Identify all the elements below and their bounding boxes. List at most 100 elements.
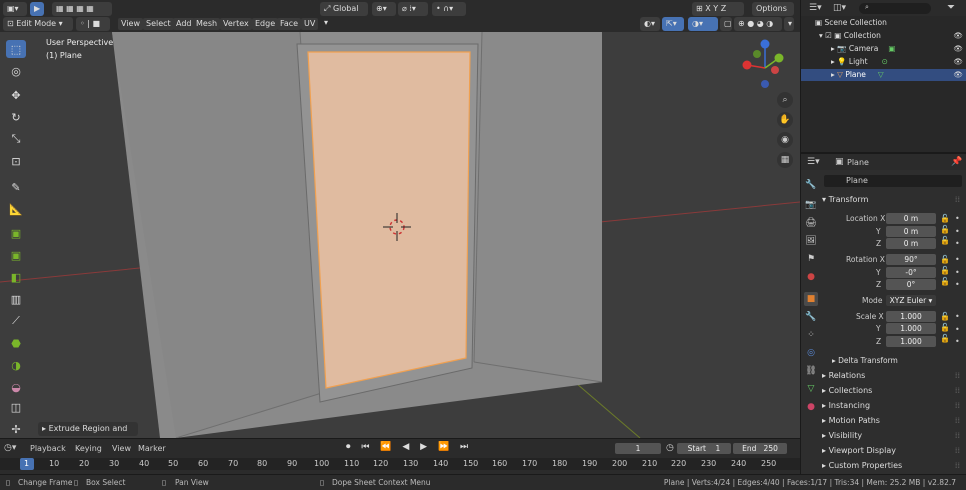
- keyframe-dot-icon[interactable]: • • •: [955, 213, 960, 251]
- pivot-point-dropdown[interactable]: ⊕▾: [372, 2, 396, 16]
- selected-face[interactable]: [307, 51, 471, 389]
- poly-build-tool-icon[interactable]: ⬣: [6, 334, 26, 352]
- 3d-viewport[interactable]: User Perspective (1) Plane ⌕ ✋ ◉ ▦ ▸ Ext…: [0, 32, 800, 438]
- gizmo-visibility[interactable]: ◐▾: [640, 17, 660, 31]
- menu-vertex[interactable]: Vertex: [220, 18, 252, 30]
- extrude-tool-icon[interactable]: ▣: [6, 224, 26, 242]
- material-tab-icon[interactable]: ●: [804, 400, 818, 414]
- menu-playback[interactable]: Playback: [30, 444, 66, 453]
- visibility-eye-icon[interactable]: 👁: [953, 30, 963, 42]
- snap-toggle[interactable]: ⌀ ⁞▾: [398, 2, 428, 16]
- lock-icon[interactable]: 🔓 🔓 🔓: [940, 213, 950, 246]
- mode-dropdown[interactable]: ⊡ Edit Mode ▾: [3, 17, 73, 31]
- menu-view[interactable]: View: [118, 18, 143, 30]
- modifier-tab-icon[interactable]: 🔧: [804, 310, 818, 324]
- custom-properties-panel[interactable]: ▸ Custom Properties ⁞⁞: [822, 459, 964, 473]
- constraints-tab-icon[interactable]: ⛓: [804, 364, 818, 378]
- lock-icon[interactable]: 🔓 🔓 🔓: [940, 254, 950, 287]
- annotate-tool-icon[interactable]: ✎: [6, 178, 26, 196]
- current-frame-field[interactable]: 1: [615, 443, 661, 454]
- shading-modes[interactable]: ⊕ ● ◕ ◑: [734, 17, 782, 31]
- transform-orientation-dropdown[interactable]: ⤢ Global ▾: [320, 2, 368, 27]
- shear-tool-icon[interactable]: ✢: [6, 420, 26, 438]
- spin-tool-icon[interactable]: ◑: [6, 356, 26, 374]
- rotation-y-field[interactable]: -0°: [886, 267, 936, 278]
- outliner-plane[interactable]: ▸ ▽ Plane ▽ 👁: [801, 69, 966, 81]
- scale-x-field[interactable]: 1.000: [886, 311, 936, 322]
- pin-icon[interactable]: 📌: [951, 157, 962, 167]
- menu-face[interactable]: Face: [277, 18, 302, 30]
- inset-tool-icon[interactable]: ▣: [6, 246, 26, 264]
- outliner-scene-collection[interactable]: ▣ Scene Collection: [801, 17, 966, 29]
- outliner-camera[interactable]: ▸ 📷 Camera ▣ 👁: [801, 43, 966, 55]
- rotation-x-field[interactable]: 90°: [886, 254, 936, 265]
- cursor-tool-icon[interactable]: ◎: [6, 62, 26, 80]
- transform-tool-icon[interactable]: ⊡: [6, 152, 26, 170]
- instancing-panel[interactable]: ▸ Instancing ⁞⁞: [822, 399, 964, 413]
- display-mode-icon[interactable]: ◫▾: [833, 3, 846, 13]
- menu-edge[interactable]: Edge: [252, 18, 279, 30]
- end-frame-field[interactable]: End 250: [733, 443, 787, 454]
- render-tab-icon[interactable]: 📷: [804, 198, 818, 212]
- selection-modes[interactable]: ▦ ▦ ▦ ▦: [52, 2, 112, 16]
- menu-uv[interactable]: UV: [301, 18, 319, 30]
- location-z-field[interactable]: 0 m: [886, 238, 936, 249]
- menu-timeline-view[interactable]: View: [112, 444, 131, 453]
- smooth-tool-icon[interactable]: ◒: [6, 378, 26, 396]
- operator-panel[interactable]: ▸ Extrude Region and Mo: [38, 422, 138, 436]
- zoom-icon[interactable]: ⌕: [777, 92, 793, 108]
- filter-icon[interactable]: ⏷: [947, 2, 955, 13]
- show-gizmo-button[interactable]: ⇱▾: [662, 17, 684, 31]
- measure-tool-icon[interactable]: 📐: [6, 200, 26, 218]
- ortho-toggle-icon[interactable]: ▦: [777, 152, 793, 168]
- outliner-search-input[interactable]: ⌕: [859, 3, 931, 14]
- visibility-panel[interactable]: ▸ Visibility ⁞⁞: [822, 429, 964, 443]
- keyframe-dot-icon[interactable]: • • •: [955, 254, 960, 292]
- xray-toggle[interactable]: ▢: [720, 17, 732, 31]
- options-dropdown[interactable]: Options ▾: [752, 2, 794, 27]
- vertex-edge-face-selector[interactable]: ◦ | ■: [76, 17, 110, 31]
- delta-transform-subpanel[interactable]: ▸ Delta Transform: [832, 355, 898, 366]
- playback-controls[interactable]: ⏺ ⏮ ⏪ ◀ ▶ ⏩ ⏭: [346, 442, 472, 452]
- camera-view-icon[interactable]: ◉: [777, 132, 793, 148]
- motion-paths-panel[interactable]: ▸ Motion Paths ⁞⁞: [822, 414, 964, 428]
- pan-hand-icon[interactable]: ✋: [777, 112, 793, 128]
- collections-panel[interactable]: ▸ Collections ⁞⁞: [822, 384, 964, 398]
- keyframe-dot-icon[interactable]: • • •: [955, 311, 960, 349]
- loop-cut-tool-icon[interactable]: ▥: [6, 290, 26, 308]
- select-box-tool-icon[interactable]: ⬚: [6, 40, 26, 58]
- scale-tool-icon[interactable]: ⤡: [6, 130, 26, 148]
- move-tool-icon[interactable]: ✥: [6, 86, 26, 104]
- particles-tab-icon[interactable]: ⁘: [804, 328, 818, 342]
- timeline-editor-type[interactable]: ◷▾: [4, 443, 20, 455]
- scale-z-field[interactable]: 1.000: [886, 336, 936, 347]
- rotation-mode-dropdown[interactable]: XYZ Euler ▾: [886, 295, 936, 306]
- properties-editor-type[interactable]: ☰▾: [807, 157, 820, 167]
- physics-tab-icon[interactable]: ◎: [804, 346, 818, 360]
- tool-tab-icon[interactable]: 🔧: [804, 178, 818, 192]
- menu-marker[interactable]: Marker: [138, 444, 166, 453]
- view-layer-tab-icon[interactable]: 🖼: [804, 234, 818, 248]
- scene-tab-icon[interactable]: ⚑: [804, 252, 818, 266]
- scale-y-field[interactable]: 1.000: [886, 323, 936, 334]
- data-tab-icon[interactable]: ▽: [804, 382, 818, 396]
- proportional-editing[interactable]: • ∩▾: [432, 2, 466, 16]
- timeline-ruler[interactable]: 1 10 20 30 40 50 60 70 80 90 100 110 120…: [0, 458, 800, 470]
- overlay-button[interactable]: ◑▾: [688, 17, 718, 31]
- bevel-tool-icon[interactable]: ◧: [6, 268, 26, 286]
- visibility-eye-icon[interactable]: 👁: [953, 56, 963, 68]
- menu-keying[interactable]: Keying: [75, 444, 102, 453]
- shading-dropdown[interactable]: ▾: [784, 17, 794, 31]
- editor-type-button[interactable]: ▣▾: [3, 2, 27, 16]
- menu-select[interactable]: Select: [143, 18, 174, 30]
- select-mode-tool[interactable]: ▶: [30, 2, 44, 16]
- rotation-z-field[interactable]: 0°: [886, 279, 936, 290]
- location-y-field[interactable]: 0 m: [886, 226, 936, 237]
- relations-panel[interactable]: ▸ Relations ⁞⁞: [822, 369, 964, 383]
- start-frame-field[interactable]: Start 1: [677, 443, 731, 454]
- visibility-eye-icon[interactable]: 👁: [953, 43, 963, 55]
- outliner-light[interactable]: ▸ 💡 Light ⊙ 👁: [801, 56, 966, 68]
- outliner-editor-type[interactable]: ☰▾: [809, 3, 822, 13]
- object-name-field[interactable]: Plane: [824, 175, 962, 187]
- rotate-tool-icon[interactable]: ↻: [6, 108, 26, 126]
